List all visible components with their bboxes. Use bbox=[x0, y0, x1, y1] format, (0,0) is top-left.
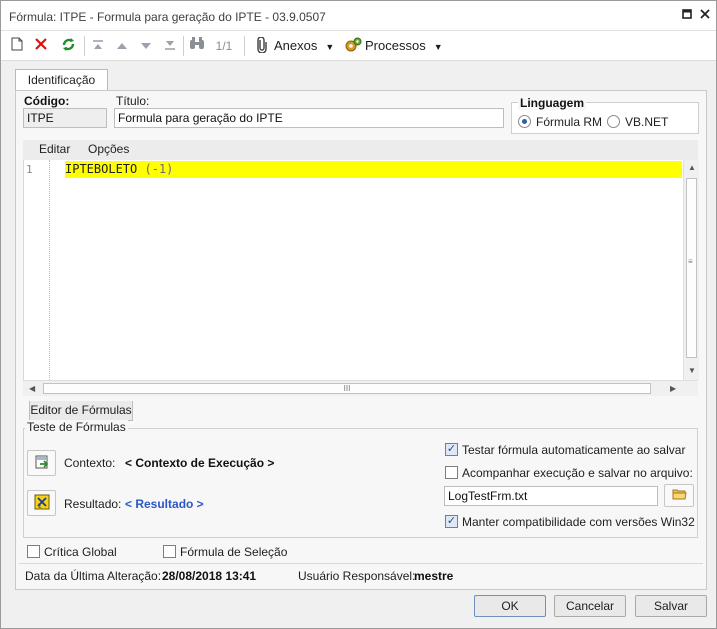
horizontal-scrollbar[interactable]: ◀ III ▶ bbox=[23, 380, 698, 396]
arquivo-field[interactable]: LogTestFrm.txt bbox=[444, 486, 658, 506]
code-args: (-1) bbox=[144, 162, 174, 176]
code-keyword: IPTEBOLETO bbox=[65, 162, 138, 176]
tab-editor-de-formulas[interactable]: Editor de Fórmulas bbox=[29, 401, 133, 421]
window-title: Fórmula: ITPE - Formula para geração do … bbox=[9, 10, 326, 24]
formula-window: Fórmula: ITPE - Formula para geração do … bbox=[0, 0, 717, 629]
scroll-up-icon[interactable]: ▲ bbox=[688, 163, 696, 172]
radio-formula-rm[interactable] bbox=[518, 115, 531, 128]
new-document-icon[interactable] bbox=[9, 37, 25, 55]
contexto-button[interactable] bbox=[27, 450, 56, 476]
ultima-alteracao-value: 28/08/2018 13:41 bbox=[162, 569, 257, 583]
ultima-alteracao-label: Data da Última Alteração: bbox=[25, 569, 162, 583]
radio-vbnet-label: VB.NET bbox=[625, 115, 669, 129]
save-button[interactable]: Salvar bbox=[635, 595, 707, 617]
teste-formulas-label: Teste de Fórmulas bbox=[25, 420, 128, 434]
usuario-label: Usuário Responsável: bbox=[298, 569, 416, 583]
editor-menu-bar: Editar Opções bbox=[23, 140, 698, 160]
formula-selecao-label: Fórmula de Seleção bbox=[180, 545, 288, 559]
cancel-button[interactable]: Cancelar bbox=[554, 595, 626, 617]
formula-selecao-checkbox[interactable] bbox=[163, 545, 176, 558]
radio-vbnet[interactable] bbox=[607, 115, 620, 128]
toolbar-separator bbox=[84, 36, 85, 56]
anexos-dropdown[interactable]: Anexos ▼ bbox=[274, 37, 334, 55]
scroll-right-icon[interactable]: ▶ bbox=[670, 384, 676, 393]
formula-icon: Σ bbox=[34, 494, 50, 513]
ok-button[interactable]: OK bbox=[474, 595, 546, 617]
critica-global-label: Crítica Global bbox=[44, 545, 117, 559]
context-icon bbox=[34, 454, 50, 473]
titulo-field[interactable]: Formula para geração do IPTE bbox=[114, 108, 504, 128]
horizontal-scroll-thumb[interactable]: III bbox=[43, 383, 651, 394]
manter-label: Manter compatibilidade com versões Win32 bbox=[462, 515, 695, 529]
radio-formula-rm-label: Fórmula RM bbox=[536, 115, 603, 129]
linguagem-label: Linguagem bbox=[518, 96, 587, 110]
toolbar-separator bbox=[183, 36, 184, 56]
gutter-divider bbox=[49, 160, 50, 380]
vertical-scrollbar[interactable]: ▲ ≡ ▼ bbox=[683, 160, 699, 380]
testar-checkbox[interactable]: ✓ bbox=[445, 443, 458, 456]
toolbar-separator bbox=[244, 36, 245, 56]
previous-record-icon[interactable] bbox=[114, 37, 130, 55]
resultado-value[interactable]: < Resultado > bbox=[125, 497, 204, 511]
acompanhar-label: Acompanhar execução e salvar no arquivo: bbox=[462, 466, 693, 480]
processos-label: Processos bbox=[365, 38, 426, 53]
contexto-value[interactable]: < Contexto de Execução > bbox=[125, 456, 274, 470]
first-record-icon[interactable] bbox=[90, 37, 106, 55]
close-icon[interactable] bbox=[697, 8, 713, 24]
chevron-down-icon: ▼ bbox=[433, 42, 443, 52]
vertical-scroll-thumb[interactable]: ≡ bbox=[686, 178, 697, 358]
scroll-left-icon[interactable]: ◀ bbox=[29, 384, 35, 393]
code-editor[interactable]: 1 IPTEBOLETO (-1) ▲ ≡ ▼ bbox=[23, 160, 699, 380]
attachment-icon bbox=[253, 36, 271, 55]
search-icon[interactable] bbox=[187, 37, 207, 55]
testar-label: Testar fórmula automaticamente ao salvar bbox=[462, 443, 686, 457]
menu-editar[interactable]: Editar bbox=[39, 142, 70, 156]
usuario-value: mestre bbox=[414, 569, 454, 583]
processes-icon bbox=[344, 37, 362, 55]
scroll-down-icon[interactable]: ▼ bbox=[688, 366, 696, 375]
title-bar: Fórmula: ITPE - Formula para geração do … bbox=[1, 1, 716, 31]
toolbar: 1/1 Anexos ▼ Processos ▼ bbox=[1, 31, 716, 61]
codigo-field[interactable]: ITPE bbox=[23, 108, 107, 128]
contexto-label: Contexto: bbox=[64, 456, 116, 470]
menu-opcoes[interactable]: Opções bbox=[88, 142, 129, 156]
processos-dropdown[interactable]: Processos ▼ bbox=[365, 37, 443, 55]
acompanhar-checkbox[interactable] bbox=[445, 466, 458, 479]
codigo-label: Código: bbox=[24, 94, 70, 108]
manter-checkbox[interactable]: ✓ bbox=[445, 515, 458, 528]
chevron-down-icon: ▼ bbox=[325, 42, 335, 52]
tab-identificacao[interactable]: Identificação bbox=[15, 69, 108, 91]
page-indicator: 1/1 bbox=[215, 39, 233, 53]
line-gutter: 1 bbox=[24, 160, 50, 380]
code-line-1[interactable]: IPTEBOLETO (-1) bbox=[65, 161, 682, 178]
resultado-label: Resultado: bbox=[64, 497, 122, 511]
restore-icon[interactable] bbox=[679, 8, 695, 24]
titulo-label: Título: bbox=[116, 94, 150, 108]
browse-button[interactable] bbox=[664, 484, 694, 507]
anexos-label: Anexos bbox=[274, 38, 318, 53]
critica-global-checkbox[interactable] bbox=[27, 545, 40, 558]
svg-text:Σ: Σ bbox=[38, 503, 42, 510]
refresh-icon[interactable] bbox=[59, 37, 77, 55]
last-record-icon[interactable] bbox=[162, 37, 178, 55]
resultado-button[interactable]: Σ bbox=[27, 490, 56, 516]
line-number: 1 bbox=[26, 163, 33, 176]
grip-icon: ≡ bbox=[688, 257, 693, 266]
folder-icon bbox=[672, 488, 687, 503]
next-record-icon[interactable] bbox=[138, 37, 154, 55]
delete-icon[interactable] bbox=[33, 37, 49, 55]
info-divider bbox=[19, 563, 703, 564]
